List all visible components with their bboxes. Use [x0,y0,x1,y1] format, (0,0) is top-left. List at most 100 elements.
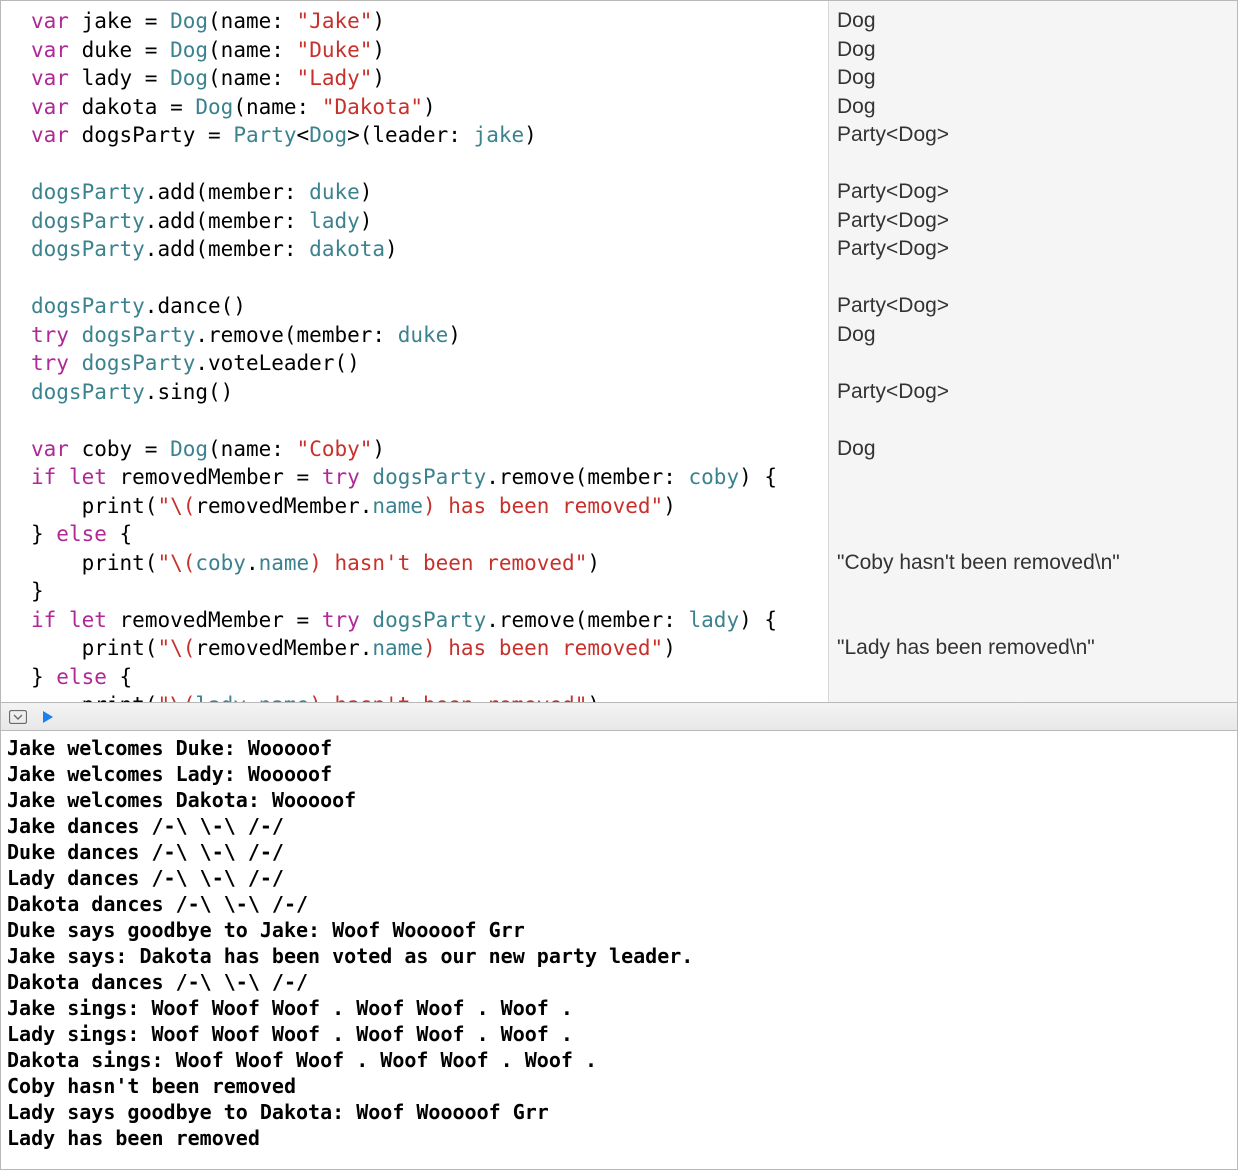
result-line[interactable] [837,520,1227,549]
console-output[interactable]: Jake welcomes Duke: WooooofJake welcomes… [1,731,1237,1155]
code-token [360,465,373,489]
result-line[interactable]: "Coby hasn't been removed\n" [837,549,1227,578]
code-line[interactable]: dogsParty.sing() [31,378,828,407]
result-line[interactable] [837,606,1227,635]
code-line[interactable] [31,150,828,179]
code-line[interactable]: print("\(lady.name) hasn't been removed"… [31,691,828,702]
code-line[interactable]: print("\(removedMember.name) has been re… [31,492,828,521]
code-token: (name: [208,437,297,461]
code-line[interactable]: print("\(coby.name) hasn't been removed"… [31,549,828,578]
code-token: lady = [69,66,170,90]
result-line[interactable]: Party<Dog> [837,178,1227,207]
code-token: ) [663,494,676,518]
result-line[interactable] [837,264,1227,293]
code-line[interactable]: dogsParty.add(member: dakota) [31,235,828,264]
code-token: .sing() [145,380,234,404]
code-line[interactable]: try dogsParty.voteLeader() [31,349,828,378]
code-token: var [31,437,69,461]
code-token: ) has been removed" [423,494,663,518]
code-token: var [31,95,69,119]
result-line[interactable] [837,492,1227,521]
result-line[interactable]: Party<Dog> [837,378,1227,407]
code-token: try [31,351,69,375]
code-editor[interactable]: var jake = Dog(name: "Jake")var duke = D… [1,1,828,702]
console-line: Lady sings: Woof Woof Woof . Woof Woof .… [7,1021,1231,1047]
code-token: ) [372,9,385,33]
code-token: (name: [208,9,297,33]
code-line[interactable]: } [31,577,828,606]
code-token: dogsParty [82,323,196,347]
run-icon[interactable] [41,710,55,724]
debug-dropdown-icon[interactable] [9,710,27,724]
code-line[interactable]: } else { [31,663,828,692]
code-token: ) [360,209,373,233]
code-token: dogsParty = [69,123,233,147]
code-token: { [107,522,132,546]
code-line[interactable]: } else { [31,520,828,549]
code-token: coby [195,551,246,575]
code-token: Dog [170,9,208,33]
code-token: ) [587,693,600,702]
code-line[interactable]: var lady = Dog(name: "Lady") [31,64,828,93]
code-token: < [297,123,310,147]
code-line[interactable]: if let removedMember = try dogsParty.rem… [31,606,828,635]
code-line[interactable]: try dogsParty.remove(member: duke) [31,321,828,350]
code-line[interactable]: var duke = Dog(name: "Duke") [31,36,828,65]
code-token: if [31,465,56,489]
code-token: removedMember = [107,465,322,489]
result-line[interactable] [837,663,1227,692]
code-line[interactable]: var dogsParty = Party<Dog>(leader: jake) [31,121,828,150]
result-line[interactable]: Dog [837,64,1227,93]
result-line[interactable]: Party<Dog> [837,207,1227,236]
code-token: "Lady" [297,66,373,90]
code-line[interactable]: dogsParty.add(member: lady) [31,207,828,236]
result-line[interactable]: Dog [837,93,1227,122]
results-sidebar[interactable]: DogDogDogDogParty<Dog>Party<Dog>Party<Do… [828,1,1237,702]
code-line[interactable]: var coby = Dog(name: "Coby") [31,435,828,464]
code-token: dogsParty [31,209,145,233]
result-line[interactable] [837,406,1227,435]
code-token: duke [309,180,360,204]
code-token [69,323,82,347]
code-token: ) [372,437,385,461]
code-token: Dog [170,38,208,62]
code-line[interactable]: print("\(removedMember.name) has been re… [31,634,828,663]
result-line[interactable] [837,349,1227,378]
code-token: var [31,9,69,33]
code-line[interactable]: var jake = Dog(name: "Jake") [31,7,828,36]
code-token: { [107,665,132,689]
result-line[interactable]: Party<Dog> [837,292,1227,321]
code-line[interactable]: if let removedMember = try dogsParty.rem… [31,463,828,492]
code-token: ) [385,237,398,261]
result-line[interactable]: Dog [837,435,1227,464]
code-token: print( [31,551,157,575]
code-token: } [31,665,56,689]
code-token: try [31,323,69,347]
console-line: Duke says goodbye to Jake: Woof Wooooof … [7,917,1231,943]
result-line[interactable]: Party<Dog> [837,121,1227,150]
result-line[interactable] [837,150,1227,179]
result-line[interactable] [837,720,1227,749]
result-line[interactable]: Dog [837,321,1227,350]
code-line[interactable]: dogsParty.add(member: duke) [31,178,828,207]
console-line: Lady has been removed [7,1125,1231,1151]
code-line[interactable]: dogsParty.dance() [31,292,828,321]
result-line[interactable] [837,577,1227,606]
code-line[interactable] [31,406,828,435]
result-line[interactable] [837,691,1227,720]
result-line[interactable]: Dog [837,7,1227,36]
code-token: dakota [309,237,385,261]
code-token: .remove(member: [486,465,688,489]
result-line[interactable]: Dog [837,36,1227,65]
code-line[interactable]: var dakota = Dog(name: "Dakota") [31,93,828,122]
code-token: dogsParty [31,294,145,318]
code-token: else [56,665,107,689]
console-line: Coby hasn't been removed [7,1073,1231,1099]
code-line[interactable] [31,264,828,293]
console-line: Jake dances /-\ \-\ /-/ [7,813,1231,839]
result-line[interactable]: "Lady has been removed\n" [837,634,1227,663]
result-line[interactable]: Party<Dog> [837,235,1227,264]
code-token [69,351,82,375]
result-line[interactable] [837,463,1227,492]
top-pane: var jake = Dog(name: "Jake")var duke = D… [1,1,1237,703]
